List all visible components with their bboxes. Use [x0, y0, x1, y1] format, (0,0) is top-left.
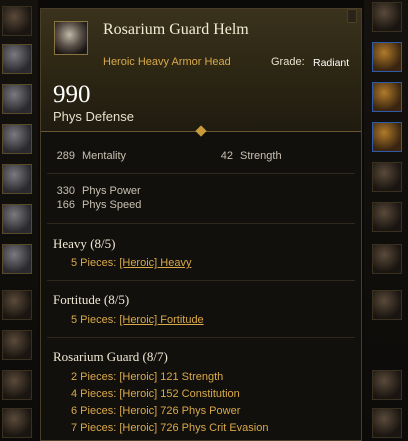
set-bonus-line: 2 Pieces: [Heroic] 121 Strength	[71, 371, 224, 383]
stat-value: 42	[220, 150, 233, 162]
item-subtitle: Heroic Heavy Armor Head	[103, 56, 231, 68]
equipment-slot[interactable]	[2, 244, 32, 274]
set-title: Rosarium Guard (8/7)	[53, 349, 168, 364]
set-bonus-link[interactable]: [Heroic] Fortitude	[119, 314, 203, 326]
equipment-slot[interactable]	[372, 82, 402, 112]
equipment-slot[interactable]	[2, 330, 32, 360]
equipment-slot[interactable]	[372, 244, 402, 274]
set-bonus-line: 5 Pieces: [Heroic] Heavy	[71, 257, 192, 269]
equipment-slot[interactable]	[2, 204, 32, 234]
equipment-slot[interactable]	[2, 290, 32, 320]
set-title: Fortitude (8/5)	[53, 292, 130, 307]
set-bonus-link[interactable]: [Heroic] Heavy	[119, 257, 191, 269]
tooltip-header: Rosarium Guard Helm Heroic Heavy Armor H…	[41, 9, 361, 132]
tooltip-corner-tab	[347, 9, 357, 23]
stat-value: 289	[56, 150, 75, 162]
equipment-slot[interactable]	[2, 408, 32, 438]
set-bonus-line: 6 Pieces: [Heroic] 726 Phys Power	[71, 405, 241, 417]
stat-label: Mentality	[82, 150, 127, 162]
helm-icon	[54, 21, 88, 55]
equipment-slot[interactable]	[372, 408, 402, 438]
equipment-slot[interactable]	[2, 44, 32, 74]
set-bonus-line: 7 Pieces: [Heroic] 726 Phys Crit Evasion	[71, 422, 269, 434]
set-bonus-line: 5 Pieces: [Heroic] Fortitude	[71, 314, 204, 326]
equipment-slot[interactable]	[372, 122, 402, 152]
equipment-slot[interactable]	[372, 2, 402, 32]
equipment-slot[interactable]	[2, 84, 32, 114]
grade-label: Grade:	[271, 56, 305, 68]
defense-label: Phys Defense	[53, 109, 134, 124]
stat-value: 166	[56, 199, 75, 211]
divider	[47, 280, 355, 281]
equipment-slot[interactable]	[372, 290, 402, 320]
stat-label: Strength	[240, 150, 282, 162]
equipment-slot[interactable]	[2, 370, 32, 400]
equipment-slot[interactable]	[372, 370, 402, 400]
equipment-slot[interactable]	[372, 42, 402, 72]
stat-value: 330	[56, 185, 75, 197]
stat-label: Phys Speed	[82, 199, 142, 211]
stat-label: Phys Power	[82, 185, 141, 197]
equipment-slot[interactable]	[2, 124, 32, 154]
right-equipment-strip	[364, 0, 408, 441]
stat-row: 166 Phys Speed	[53, 199, 142, 211]
set-title: Heavy (8/5)	[53, 236, 116, 251]
stat-row: 330 Phys Power	[53, 185, 141, 197]
divider	[47, 173, 355, 174]
divider	[47, 223, 355, 224]
equipment-slot[interactable]	[2, 6, 32, 36]
defense-value: 990	[53, 81, 91, 108]
stat-row: 42 Strength	[211, 150, 282, 162]
item-tooltip: Rosarium Guard Helm Heroic Heavy Armor H…	[40, 8, 362, 441]
stat-row: 289 Mentality	[53, 150, 126, 162]
grade-value: Radiant	[313, 57, 350, 69]
equipment-slot[interactable]	[372, 162, 402, 192]
left-equipment-strip	[0, 0, 38, 441]
set-bonus-line: 4 Pieces: [Heroic] 152 Constitution	[71, 388, 240, 400]
divider	[47, 337, 355, 338]
item-name: Rosarium Guard Helm	[103, 21, 249, 38]
equipment-slot[interactable]	[372, 202, 402, 232]
equipment-slot[interactable]	[2, 164, 32, 194]
